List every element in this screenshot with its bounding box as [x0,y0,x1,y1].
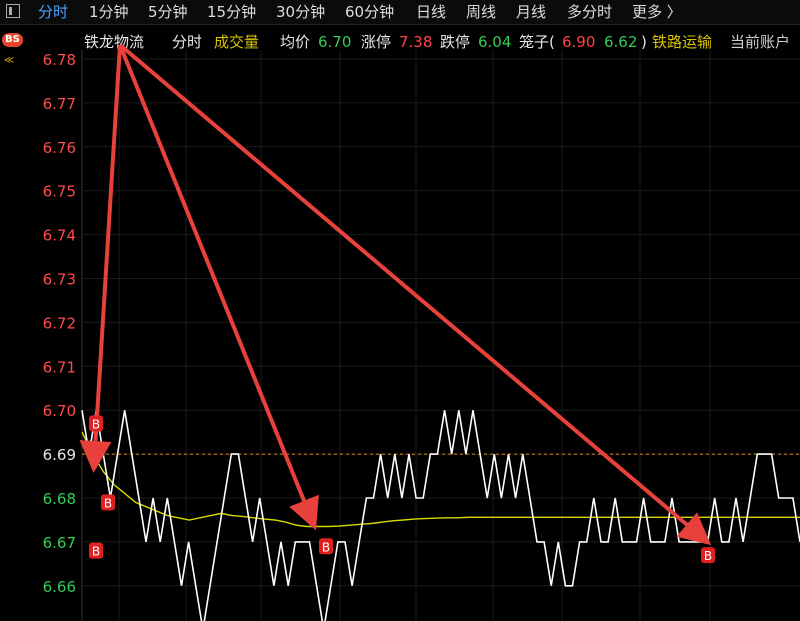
annotation-arrow [79,44,122,473]
price-axis: 6.78 6.77 6.76 6.75 6.74 6.73 6.72 6.71 6.70 6.69… [43,51,76,596]
buy-marker[interactable]: B [89,415,103,432]
y-tick-label: 6.69 [43,446,76,464]
buy-marker[interactable]: B [701,547,715,564]
chart-grid [81,50,800,621]
y-tick-label: 6.68 [43,490,76,508]
y-tick-label: 6.67 [43,534,76,552]
buy-marker-label: B [704,549,712,563]
buy-marker-label: B [92,545,100,559]
buy-marker-label: B [104,496,112,510]
y-tick-label: 6.70 [43,402,76,420]
y-tick-label: 6.76 [43,139,76,157]
buy-marker-label: B [322,540,330,554]
intraday-price-chart: 6.78 6.77 6.76 6.75 6.74 6.73 6.72 6.71 6.70 6.69… [43,43,800,621]
buy-marker[interactable]: B [101,494,115,511]
buy-marker-label: B [92,417,100,431]
y-tick-label: 6.77 [43,95,76,113]
average-price-line [81,431,800,528]
y-tick-label: 6.74 [43,227,76,245]
y-tick-label: 6.75 [43,183,76,201]
annotation-arrow [118,43,712,546]
y-tick-label: 6.72 [43,314,76,332]
trade-markers: B B B B B [89,415,715,564]
y-tick-label: 6.78 [43,51,76,69]
y-tick-label: 6.71 [43,358,76,376]
y-tick-label: 6.66 [43,578,76,596]
buy-marker[interactable]: B [319,538,333,555]
price-line [81,410,800,621]
y-tick-label: 6.73 [43,271,76,289]
annotation-arrow [118,44,319,531]
buy-marker[interactable]: B [89,542,103,559]
